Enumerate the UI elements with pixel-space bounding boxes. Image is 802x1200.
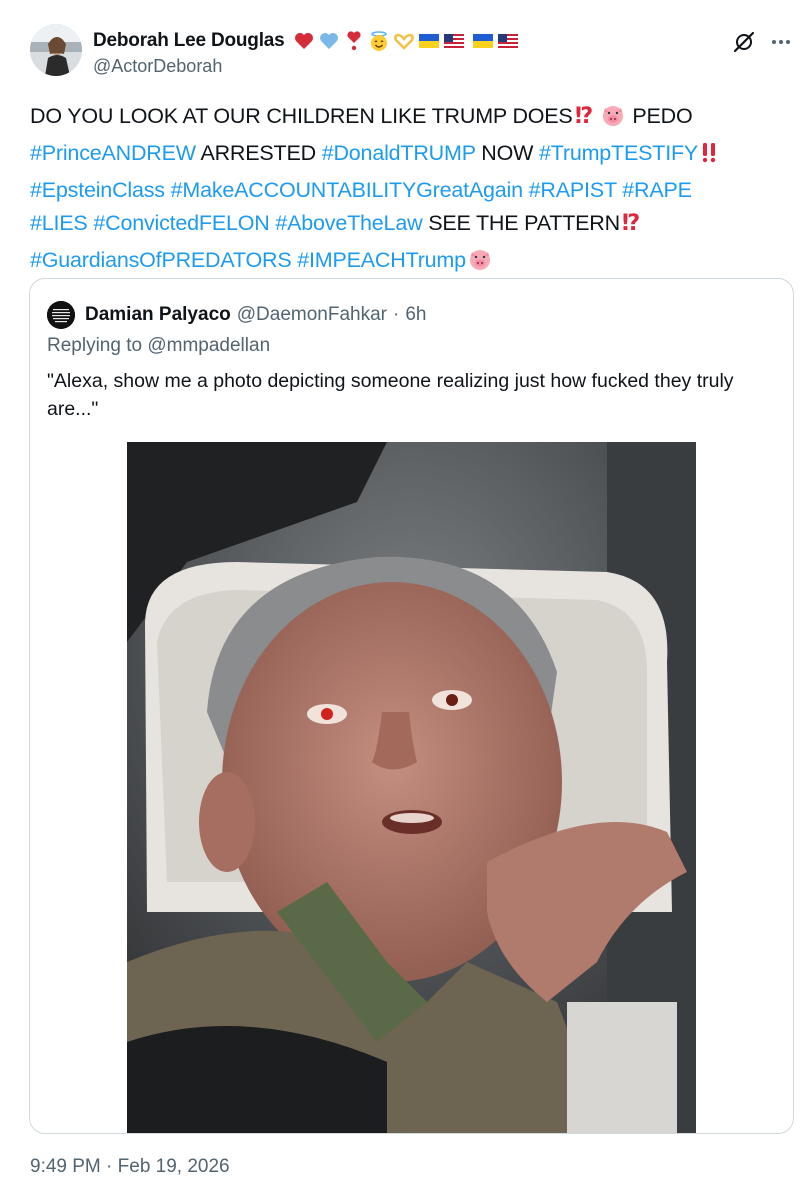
quoted-tweet-photo[interactable] xyxy=(127,442,696,1133)
tweet-line-1: DO YOU LOOK AT OUR CHILDREN LIKE TRUMP D… xyxy=(30,100,790,137)
grok-icon[interactable] xyxy=(732,30,756,54)
hashtag-link[interactable]: #RAPIST xyxy=(529,178,617,202)
exclamation-question-icon: ⁉ xyxy=(575,103,597,137)
replying-to-handle[interactable]: @mmpadellan xyxy=(147,335,270,356)
hashtag-link[interactable]: #RAPE xyxy=(622,178,692,202)
quoted-tweet[interactable]: Damian Palyaco @DaemonFahkar · 6h Replyi… xyxy=(29,278,794,1134)
tweet-line-5: #GuardiansOfPREDATORS #IMPEACHTrump xyxy=(30,244,790,281)
pig-face-icon xyxy=(468,247,492,281)
svg-text:⁉: ⁉ xyxy=(622,211,640,234)
heart-hands-icon xyxy=(393,30,415,52)
author-handle[interactable]: @ActorDeborah xyxy=(93,56,222,77)
quoted-tweet-text: "Alexa, show me a photo depicting someon… xyxy=(47,370,734,420)
author-avatar[interactable] xyxy=(30,24,82,76)
tweet-text: DO YOU LOOK AT OUR CHILDREN LIKE TRUMP D… xyxy=(30,100,790,281)
tweet-line-4: #LIES #ConvictedFELON #AboveTheLaw SEE T… xyxy=(30,207,790,244)
tweet-card: Deborah Lee Douglas @ActorDeborah DO YOU… xyxy=(0,0,802,1200)
hashtag-link[interactable]: #TrumpTESTIFY xyxy=(539,141,698,165)
svg-text:⁉: ⁉ xyxy=(575,104,593,127)
hashtag-link[interactable]: #MakeACCOUNTABILITYGreatAgain xyxy=(171,178,523,202)
replying-to: Replying to @mmpadellan xyxy=(47,335,270,357)
replying-to-label: Replying to xyxy=(47,335,143,356)
hashtag-link[interactable]: #ConvictedFELON xyxy=(93,211,269,235)
heart-exclamation-icon xyxy=(343,30,365,52)
flag-usa-icon xyxy=(443,30,465,52)
flag-ukraine-icon xyxy=(418,30,440,52)
quoted-author-avatar[interactable] xyxy=(47,301,75,329)
separator-dot: · xyxy=(393,304,400,325)
tweet-text-segment: ARRESTED xyxy=(200,141,316,165)
quoted-author-handle[interactable]: @DaemonFahkar xyxy=(237,304,387,326)
quoted-tweet-header: Damian Palyaco @DaemonFahkar · 6h xyxy=(85,301,426,329)
tweet-line-2: #PrinceANDREW ARRESTED #DonaldTRUMP NOW … xyxy=(30,137,790,174)
tweet-text-segment: SEE THE PATTERN xyxy=(428,211,620,235)
hashtag-link[interactable]: #GuardiansOfPREDATORS xyxy=(30,248,292,272)
hashtag-link[interactable]: #EpsteinClass xyxy=(30,178,165,202)
tweet-text-segment: PEDO xyxy=(632,104,693,128)
quoted-author-name[interactable]: Damian Palyaco xyxy=(85,304,231,326)
author-display-name[interactable]: Deborah Lee Douglas xyxy=(93,30,285,52)
red-heart-icon xyxy=(293,30,315,52)
quoted-tweet-time[interactable]: 6h xyxy=(405,304,426,326)
tweet-text-segment: NOW xyxy=(481,141,534,165)
pig-face-icon xyxy=(601,103,625,137)
tweet-text-segment: DO YOU LOOK AT OUR CHILDREN LIKE TRUMP D… xyxy=(30,104,573,128)
hashtag-link[interactable]: #PrinceANDREW xyxy=(30,141,196,165)
hashtag-link[interactable]: #DonaldTRUMP xyxy=(322,141,476,165)
tweet-timestamp[interactable]: 9:49 PM · Feb 19, 2026 xyxy=(30,1156,230,1178)
smiling-face-with-halo-icon xyxy=(368,30,390,52)
light-blue-heart-icon xyxy=(318,30,340,52)
exclamation-question-icon: ⁉ xyxy=(622,210,644,244)
author-name-row: Deborah Lee Douglas xyxy=(93,27,519,55)
hashtag-link[interactable]: #IMPEACHTrump xyxy=(297,248,466,272)
more-options-icon[interactable] xyxy=(768,30,794,54)
double-exclamation-icon xyxy=(700,140,720,174)
author-badges xyxy=(293,30,519,52)
flag-usa-icon xyxy=(497,30,519,52)
hashtag-link[interactable]: #LIES xyxy=(30,211,88,235)
flag-ukraine-icon xyxy=(472,30,494,52)
hashtag-link[interactable]: #AboveTheLaw xyxy=(275,211,422,235)
tweet-line-3: #EpsteinClass #MakeACCOUNTABILITYGreatAg… xyxy=(30,174,790,207)
